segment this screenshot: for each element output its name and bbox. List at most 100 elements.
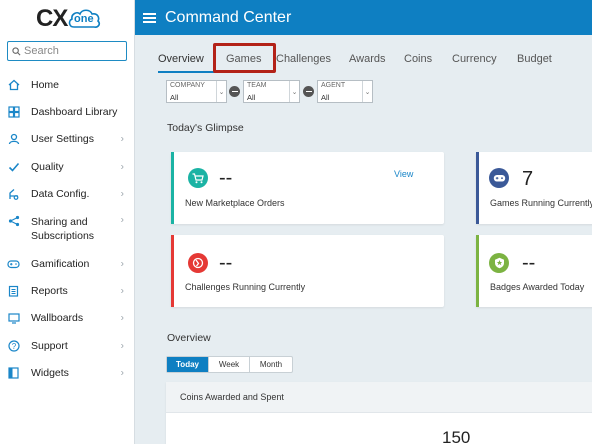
gamepad-icon — [7, 257, 20, 270]
card-value: -- — [219, 252, 233, 274]
chevron-down-icon: ⌄ — [289, 81, 299, 102]
card-label: Badges Awarded Today — [490, 282, 585, 292]
overview-title: Overview — [167, 332, 211, 344]
chevron-right-icon: › — [120, 312, 124, 324]
checkmark-icon — [7, 160, 20, 173]
sidebar-item-user-settings[interactable]: User Settings › — [0, 126, 135, 153]
games-running-card: 7 Games Running Currently — [476, 152, 592, 224]
agent-filter[interactable]: AGENT All ⌄ — [317, 80, 373, 103]
card-accent-bar — [476, 152, 479, 224]
chevron-right-icon: › — [120, 258, 124, 270]
sidebar-nav: Home Dashboard Library User Settings › Q… — [0, 71, 135, 387]
coins-panel: Coins Awarded and Spent 150 — [166, 382, 592, 444]
share-icon — [7, 215, 20, 228]
remove-filter-icon[interactable] — [229, 86, 240, 97]
tab-awards[interactable]: Awards — [349, 51, 404, 73]
tab-overview[interactable]: Overview — [158, 51, 219, 73]
home-icon — [7, 78, 20, 91]
challenges-running-card: -- Challenges Running Currently — [171, 235, 444, 307]
company-filter[interactable]: COMPANY All ⌄ — [166, 80, 227, 103]
search-box[interactable] — [7, 41, 127, 61]
sidebar-item-label: Support — [31, 339, 68, 352]
gamepad-icon — [489, 168, 509, 188]
card-value: 7 — [522, 168, 534, 190]
filter-value: All — [247, 93, 256, 102]
chevron-right-icon: › — [120, 133, 124, 145]
search-icon — [12, 46, 21, 55]
sidebar-item-reports[interactable]: Reports › — [0, 277, 135, 304]
logo-one-text: one — [74, 13, 94, 25]
sidebar-item-label: Reports — [31, 285, 68, 298]
card-value: -- — [522, 252, 536, 274]
reports-icon — [7, 285, 20, 298]
filter-label: COMPANY — [170, 82, 205, 89]
widgets-icon — [7, 367, 20, 380]
sidebar-item-quality[interactable]: Quality › — [0, 153, 135, 180]
filter-value: All — [170, 93, 179, 102]
badges-awarded-card: -- Badges Awarded Today — [476, 235, 592, 307]
chevron-right-icon: › — [120, 161, 124, 173]
sidebar-item-data-config[interactable]: Data Config. › — [0, 181, 135, 208]
chevron-down-icon: ⌄ — [362, 81, 372, 102]
sidebar-item-label: Wallboards — [31, 312, 84, 325]
remove-filter-icon[interactable] — [303, 86, 314, 97]
card-accent-bar — [171, 152, 174, 224]
sidebar-item-label: Data Config. — [31, 188, 90, 201]
filter-label: AGENT — [321, 82, 346, 89]
tab-coins[interactable]: Coins — [404, 51, 452, 73]
team-filter[interactable]: TEAM All ⌄ — [243, 80, 300, 103]
logo-cx-text: CX — [36, 5, 68, 32]
range-month-button[interactable]: Month — [250, 357, 292, 372]
tab-challenges[interactable]: Challenges — [275, 51, 349, 73]
chevron-right-icon: › — [120, 214, 124, 226]
card-value: -- — [219, 167, 233, 189]
sidebar-item-label: Sharing and Subscriptions — [31, 215, 95, 242]
card-label: New Marketplace Orders — [185, 198, 285, 208]
glimpse-title: Today's Glimpse — [167, 122, 244, 134]
help-icon: ? — [7, 339, 20, 352]
chevron-right-icon: › — [120, 367, 124, 379]
panel-value: 150 — [442, 428, 471, 444]
badge-icon — [489, 253, 509, 273]
dashboard-icon — [7, 106, 20, 119]
hamburger-menu-icon[interactable] — [143, 12, 156, 23]
chevron-right-icon: › — [120, 285, 124, 297]
sidebar-item-gamification[interactable]: Gamification › — [0, 250, 135, 277]
cxone-logo[interactable]: CX one — [36, 5, 101, 33]
cart-icon — [188, 168, 208, 188]
search-input[interactable] — [24, 45, 124, 57]
sidebar-item-label: Gamification — [31, 257, 90, 270]
sidebar-item-label: User Settings — [31, 133, 95, 146]
filter-value: All — [321, 93, 330, 102]
sidebar-item-label: Quality — [31, 160, 64, 173]
sidebar-item-home[interactable]: Home — [0, 71, 135, 98]
sidebar-item-wallboards[interactable]: Wallboards › — [0, 305, 135, 332]
card-label: Games Running Currently — [490, 198, 592, 208]
range-week-button[interactable]: Week — [209, 357, 250, 372]
games-tab-highlight-box — [213, 43, 276, 73]
sidebar-item-widgets[interactable]: Widgets › — [0, 360, 135, 387]
chevron-right-icon: › — [120, 340, 124, 352]
top-header: Command Center — [135, 0, 592, 35]
page-title: Command Center — [165, 8, 292, 26]
view-link[interactable]: View — [394, 169, 413, 179]
card-label: Challenges Running Currently — [185, 282, 306, 292]
chevron-right-icon: › — [120, 188, 124, 200]
sidebar-item-label: Dashboard Library — [31, 106, 118, 119]
chevron-down-icon: ⌄ — [216, 81, 226, 102]
sidebar-item-label: Home — [31, 78, 60, 91]
marketplace-orders-card: -- New Marketplace Orders View — [171, 152, 444, 224]
card-accent-bar — [171, 235, 174, 307]
tab-currency[interactable]: Currency — [452, 51, 517, 73]
range-today-button[interactable]: Today — [167, 357, 209, 372]
sidebar-item-sharing[interactable]: Sharing and Subscriptions › — [0, 208, 135, 250]
svg-text:?: ? — [11, 342, 16, 351]
user-icon — [7, 133, 20, 146]
panel-title: Coins Awarded and Spent — [180, 392, 284, 402]
challenge-icon — [188, 253, 208, 273]
sidebar-item-dashboard-library[interactable]: Dashboard Library — [0, 98, 135, 125]
tab-budget[interactable]: Budget — [517, 51, 567, 73]
sidebar-item-support[interactable]: ? Support › — [0, 332, 135, 359]
monitor-icon — [7, 312, 20, 325]
card-accent-bar — [476, 235, 479, 307]
